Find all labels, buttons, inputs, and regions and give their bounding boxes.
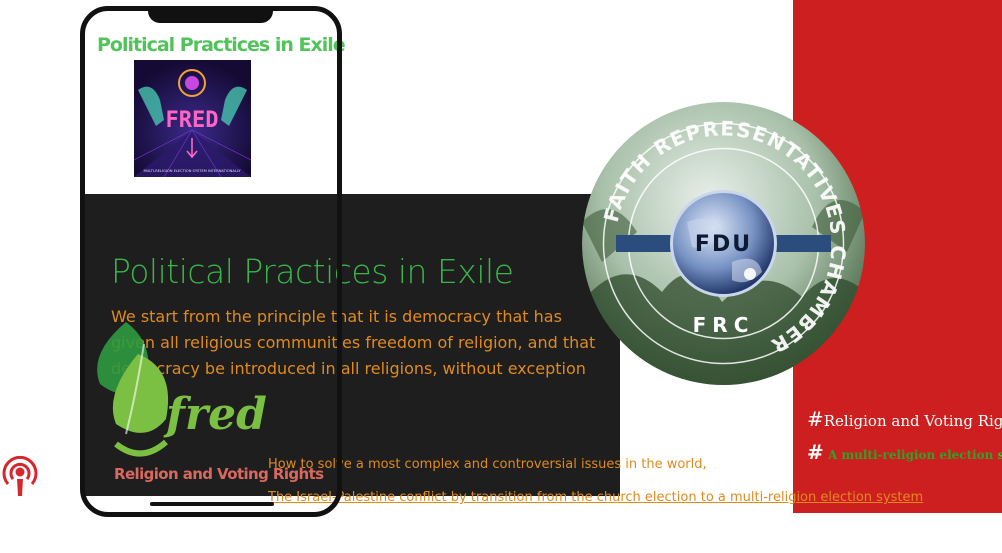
hashtag-religion-voting-rights[interactable]: #Religion and Voting Rights (807, 407, 1002, 431)
hashtag-mark: # (807, 407, 824, 431)
fred-logo[interactable]: fred (86, 314, 276, 474)
podcast-icon[interactable] (0, 452, 40, 498)
phone-home-bar (150, 502, 274, 506)
hashtag-mark: # (807, 440, 824, 464)
fred-cover-title: FRED (166, 108, 219, 133)
fred-cover-caption: MULTI-RELIGION ELECTION SYSTEM INTERNATI… (143, 169, 241, 173)
hero-headline: Political Practices in Exile (111, 252, 514, 291)
fred-cover-image[interactable]: FRED MULTI-RELIGION ELECTION SYSTEM INTE… (134, 60, 251, 177)
hashtag-label: Religion and Voting Rights (823, 412, 1002, 430)
phone-notch (148, 6, 273, 23)
lightbulb-icon (185, 76, 199, 90)
question-link[interactable]: How to solve a most complex and controve… (268, 457, 707, 472)
fred-logo-word: fred (163, 389, 267, 440)
fred-tagline: Religion and Voting Rights (114, 465, 324, 483)
hashtag-label: A multi-religion election (827, 448, 994, 462)
frc-seal-image[interactable]: FAITH REPRESENTATIVES CHAMBER FDU FRC (582, 102, 865, 385)
seal-bottom-text: FRC (693, 313, 755, 337)
article-link[interactable]: The Israel-Palestine conflict by transit… (268, 490, 923, 505)
seal-center-text: FDU (695, 232, 752, 257)
hashtag-multi-religion-election[interactable]: # A multi-religion election system (807, 440, 1002, 464)
phone-title: Political Practices in Exile (97, 34, 346, 56)
hashtag-label-end: system (997, 448, 1002, 462)
